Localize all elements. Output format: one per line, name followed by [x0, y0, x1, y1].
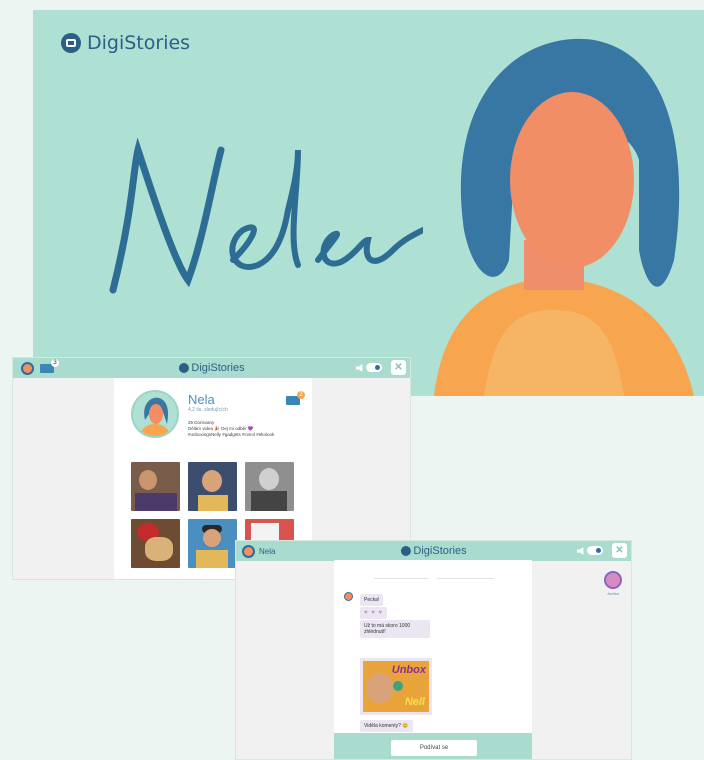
friend-avatar — [604, 571, 622, 589]
brand-name: DigiStories — [191, 362, 245, 374]
logo-icon — [178, 363, 189, 373]
photo-thumbnail[interactable] — [188, 519, 237, 568]
chat-message: ♥ ♥ ♥ — [360, 607, 388, 619]
photo-thumbnail[interactable] — [245, 462, 294, 511]
contact-avatar-icon — [242, 544, 255, 558]
video-message[interactable]: Unbox Nell — [360, 658, 432, 715]
logo-icon — [400, 546, 411, 556]
avatar-illustration — [133, 392, 177, 436]
profile-topbar: 3 DigiStories ✕ — [13, 358, 410, 378]
speaker-icon[interactable] — [356, 364, 363, 372]
mail-icon[interactable]: 3 — [40, 358, 59, 373]
logo-icon — [61, 33, 81, 53]
speaker-icon[interactable] — [577, 547, 584, 555]
brand-logo-small: DigiStories — [178, 362, 245, 374]
profile-name: Nela — [188, 392, 215, 407]
watch-button[interactable]: Podívat se — [391, 740, 477, 756]
friend-name: Andka — [607, 591, 619, 596]
sound-toggle[interactable] — [366, 363, 382, 372]
video-title: Unbox — [391, 664, 426, 676]
chat-message: Už to má skoro 1000 zhlédnutí! — [360, 620, 430, 638]
brand-name: DigiStories — [87, 32, 191, 54]
chat-topbar: Nela DigiStories ✕ — [236, 541, 631, 561]
profile-avatar — [131, 390, 179, 438]
sender-avatar — [344, 592, 353, 601]
profile-bio: 25 Dorisvany Dělám videa 🎉 Dej mi odběr … — [188, 420, 298, 438]
brand-name: DigiStories — [413, 545, 467, 557]
chat-message: Pecka! — [360, 594, 384, 606]
photo-thumbnail[interactable] — [131, 462, 180, 511]
profile-followers: 4,2 tis. sledujících — [188, 407, 228, 413]
sound-toggle[interactable] — [587, 546, 603, 555]
bio-hashtags: #unboxingsNelly #gadgets #cvirol #ekoloo… — [188, 432, 275, 437]
friend-contact[interactable]: Andka — [601, 571, 625, 596]
chat-window: Nela DigiStories ✕ Pecka! ♥ ♥ ♥ Už to má… — [235, 540, 632, 760]
date-divider — [374, 576, 494, 580]
chat-footer: Podívat se — [334, 733, 532, 759]
user-avatar-icon[interactable] — [21, 361, 34, 375]
chat-message: Viděla komenty? 😊 — [360, 720, 413, 732]
chat-contact[interactable]: Nela — [242, 544, 276, 558]
close-button[interactable]: ✕ — [391, 360, 406, 375]
message-icon[interactable]: 2 — [286, 391, 305, 405]
nela-script-title — [109, 137, 423, 294]
girl-illustration — [434, 38, 694, 396]
message-badge: 2 — [297, 391, 305, 399]
chat-contact-name: Nela — [259, 546, 276, 556]
mail-badge: 3 — [51, 358, 59, 367]
brand-logo: DigiStories — [61, 32, 190, 54]
close-button[interactable]: ✕ — [612, 543, 627, 558]
video-thumbnail[interactable]: Unbox Nell — [363, 661, 429, 712]
chat-panel: Pecka! ♥ ♥ ♥ Už to má skoro 1000 zhlédnu… — [334, 560, 532, 759]
brand-logo-small: DigiStories — [400, 545, 467, 557]
photo-thumbnail[interactable] — [131, 519, 180, 568]
photo-thumbnail[interactable] — [188, 462, 237, 511]
video-title: Nell — [404, 696, 425, 708]
hero-banner: DigiStories — [33, 10, 704, 396]
